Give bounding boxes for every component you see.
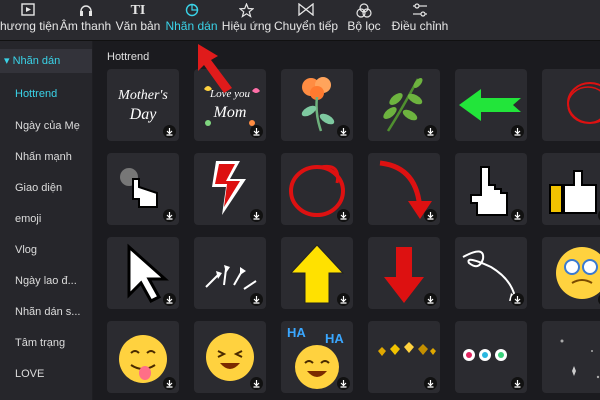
tab-effects-label: Hiệu ứng (221, 19, 272, 33)
sticker-colorful-circles[interactable] (455, 321, 527, 393)
sidebar-item-mothers-day[interactable]: Ngày của Mẹ (15, 120, 90, 132)
download-icon[interactable] (337, 377, 350, 390)
download-icon[interactable] (511, 209, 524, 222)
dizzy-emoji-art (556, 247, 600, 299)
download-icon[interactable] (163, 377, 176, 390)
download-icon[interactable] (163, 209, 176, 222)
sticker-red-zigzag-arrow-down[interactable] (194, 153, 266, 225)
filter-icon (356, 3, 372, 18)
sidebar-item-vlog[interactable]: Vlog (15, 244, 90, 256)
tab-sticker[interactable]: Nhãn dán (163, 0, 220, 40)
sticker-haha-emoji[interactable]: HA HA (281, 321, 353, 393)
svg-text:Mother's: Mother's (117, 88, 168, 103)
sidebar-item-labor-day[interactable]: Ngày lao đ... (15, 275, 90, 287)
svg-text:Day: Day (129, 106, 158, 123)
tab-filter[interactable]: Bộ lọc (343, 0, 385, 40)
download-icon[interactable] (163, 125, 176, 138)
category-sidebar: ▾ Nhãn dán Hottrend Ngày của Mẹ Nhấn mạn… (0, 41, 92, 400)
sticker-pixel-arrow-cursor[interactable] (107, 237, 179, 309)
sidebar-item-hottrend[interactable]: Hottrend (15, 88, 90, 100)
sidebar-item-interface[interactable]: Giao diện (15, 182, 90, 194)
svg-text:HA: HA (287, 325, 306, 340)
tab-adjust[interactable]: Điều chỉnh (390, 0, 450, 40)
tab-media-label: hương tiện (0, 19, 59, 33)
audio-icon (79, 5, 92, 16)
sticker-gold-hearts[interactable] (368, 321, 440, 393)
download-icon[interactable] (250, 209, 263, 222)
red-circle-scribble-art (567, 82, 600, 124)
download-icon[interactable] (337, 293, 350, 306)
sticker-yellow-arrow-up[interactable] (281, 237, 353, 309)
svg-text:Mom: Mom (213, 104, 247, 121)
section-title: Hottrend (107, 51, 150, 63)
sidebar-header[interactable]: ▾ Nhãn dán (0, 49, 92, 73)
tab-text-label: Văn bản (115, 19, 161, 33)
download-icon[interactable] (424, 377, 437, 390)
sticker-panel: Hottrend Mother's Day Love you Mom HA HA (93, 41, 600, 400)
sticker-pointer-hand-click[interactable] (107, 153, 179, 225)
sparkle-dots-art (560, 339, 600, 379)
sticker-dizzy-emoji[interactable] (542, 237, 600, 309)
download-icon[interactable] (250, 125, 263, 138)
download-icon[interactable] (424, 209, 437, 222)
download-icon[interactable] (250, 293, 263, 306)
tab-adjust-label: Điều chỉnh (391, 19, 449, 33)
tab-audio-label: Âm thanh (59, 19, 112, 33)
tab-filter-label: Bộ lọc (347, 19, 381, 33)
sidebar-item-mood[interactable]: Tâm trạng (15, 337, 90, 349)
sticker-white-loop-arrow[interactable] (455, 237, 527, 309)
sticker-green-leaf-branch[interactable] (368, 69, 440, 141)
sticker-pixel-hand-cursor[interactable] (455, 153, 527, 225)
sticker-tongue-out-emoji[interactable] (107, 321, 179, 393)
svg-text:HA: HA (325, 331, 344, 346)
tab-audio[interactable]: Âm thanh (57, 0, 114, 40)
sticker-mothers-day-text[interactable]: Mother's Day (107, 69, 179, 141)
tab-text[interactable]: TI Văn bản (114, 0, 162, 40)
tab-transition[interactable]: Chuyển tiếp (274, 0, 338, 40)
download-icon[interactable] (511, 377, 524, 390)
sticker-white-sketch-arrows[interactable] (194, 237, 266, 309)
pixel-thumbs-up-art (549, 170, 597, 214)
download-icon[interactable] (337, 125, 350, 138)
download-icon[interactable] (424, 125, 437, 138)
tab-sticker-label: Nhãn dán (165, 19, 218, 33)
download-icon[interactable] (511, 125, 524, 138)
sticker-sparkle-dots[interactable] (542, 321, 600, 393)
sticker-red-circle-scribble[interactable] (542, 69, 600, 141)
sticker-icon (185, 3, 198, 17)
tab-effects[interactable]: Hiệu ứng (220, 0, 273, 40)
text-icon: TI (130, 3, 146, 18)
sticker-red-arrow-down[interactable] (368, 237, 440, 309)
sticker-pixel-thumbs-up[interactable] (542, 153, 600, 225)
download-icon[interactable] (163, 293, 176, 306)
tab-media[interactable]: hương tiện (0, 0, 59, 40)
media-icon (20, 3, 35, 16)
sticker-red-circle-scribble-2[interactable] (281, 153, 353, 225)
sticker-laughing-emoji[interactable] (194, 321, 266, 393)
effects-icon (239, 3, 254, 18)
sticker-orange-flower[interactable] (281, 69, 353, 141)
annotation-arrow (198, 44, 232, 93)
top-toolbar: hương tiện Âm thanh TI Văn bản Nhãn dán … (0, 0, 600, 41)
download-icon[interactable] (424, 293, 437, 306)
sidebar-item-emoji[interactable]: emoji (15, 213, 90, 225)
download-icon[interactable] (337, 209, 350, 222)
sticker-red-curved-arrow[interactable] (368, 153, 440, 225)
transition-icon (298, 3, 314, 16)
adjust-icon (413, 3, 427, 17)
sidebar-item-emphasis[interactable]: Nhấn mạnh (15, 151, 90, 163)
sticker-green-arrow-left[interactable] (455, 69, 527, 141)
download-icon[interactable] (250, 377, 263, 390)
sidebar-item-stickers-s[interactable]: Nhãn dán s... (15, 306, 90, 318)
download-icon[interactable] (511, 293, 524, 306)
sidebar-item-love[interactable]: LOVE (15, 368, 90, 380)
tab-transition-label: Chuyển tiếp (274, 19, 339, 33)
